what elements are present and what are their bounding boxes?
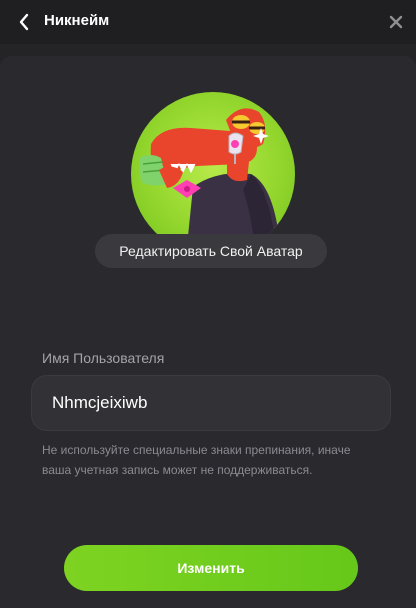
username-input[interactable] [32,376,390,430]
edit-avatar-button[interactable]: Редактировать Свой Аватар [95,234,327,268]
username-label: Имя Пользователя [42,350,165,366]
back-button[interactable] [14,11,34,33]
username-field[interactable] [31,375,391,431]
chevron-left-icon [19,13,29,31]
page-title: Никнейм [44,12,110,29]
close-button[interactable] [386,12,406,32]
close-icon [389,15,403,29]
avatar[interactable] [129,90,297,258]
crocodile-avatar-image [139,108,281,256]
username-hint: Не используйте специальные знаки препина… [42,443,351,477]
change-button[interactable]: Изменить [64,545,358,591]
top-bar: Никнейм [0,0,416,44]
